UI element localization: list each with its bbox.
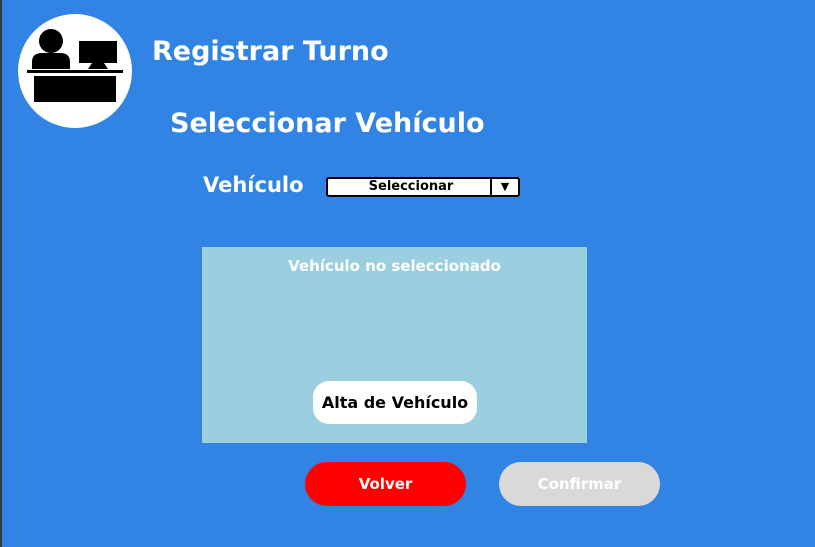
receptionist-desk-icon xyxy=(27,29,123,102)
section-title: Seleccionar Vehículo xyxy=(170,108,485,139)
confirm-button[interactable]: Confirmar xyxy=(499,462,660,506)
vehicle-select[interactable]: Seleccionar ▼ xyxy=(326,177,520,197)
vehicle-select-value: Seleccionar xyxy=(368,179,454,194)
back-button[interactable]: Volver xyxy=(305,462,466,506)
no-vehicle-message: Vehículo no seleccionado xyxy=(288,257,501,275)
app-screen: Registrar Turno Seleccionar Vehículo Veh… xyxy=(2,0,815,547)
add-vehicle-button[interactable]: Alta de Vehículo xyxy=(313,381,477,424)
vehicle-field-label: Vehículo xyxy=(203,173,304,197)
dropdown-arrow-icon[interactable]: ▼ xyxy=(490,179,518,195)
vehicle-details-panel: Vehículo no seleccionado Alta de Vehícul… xyxy=(202,247,587,443)
page-title: Registrar Turno xyxy=(152,36,389,67)
app-logo xyxy=(18,14,132,128)
